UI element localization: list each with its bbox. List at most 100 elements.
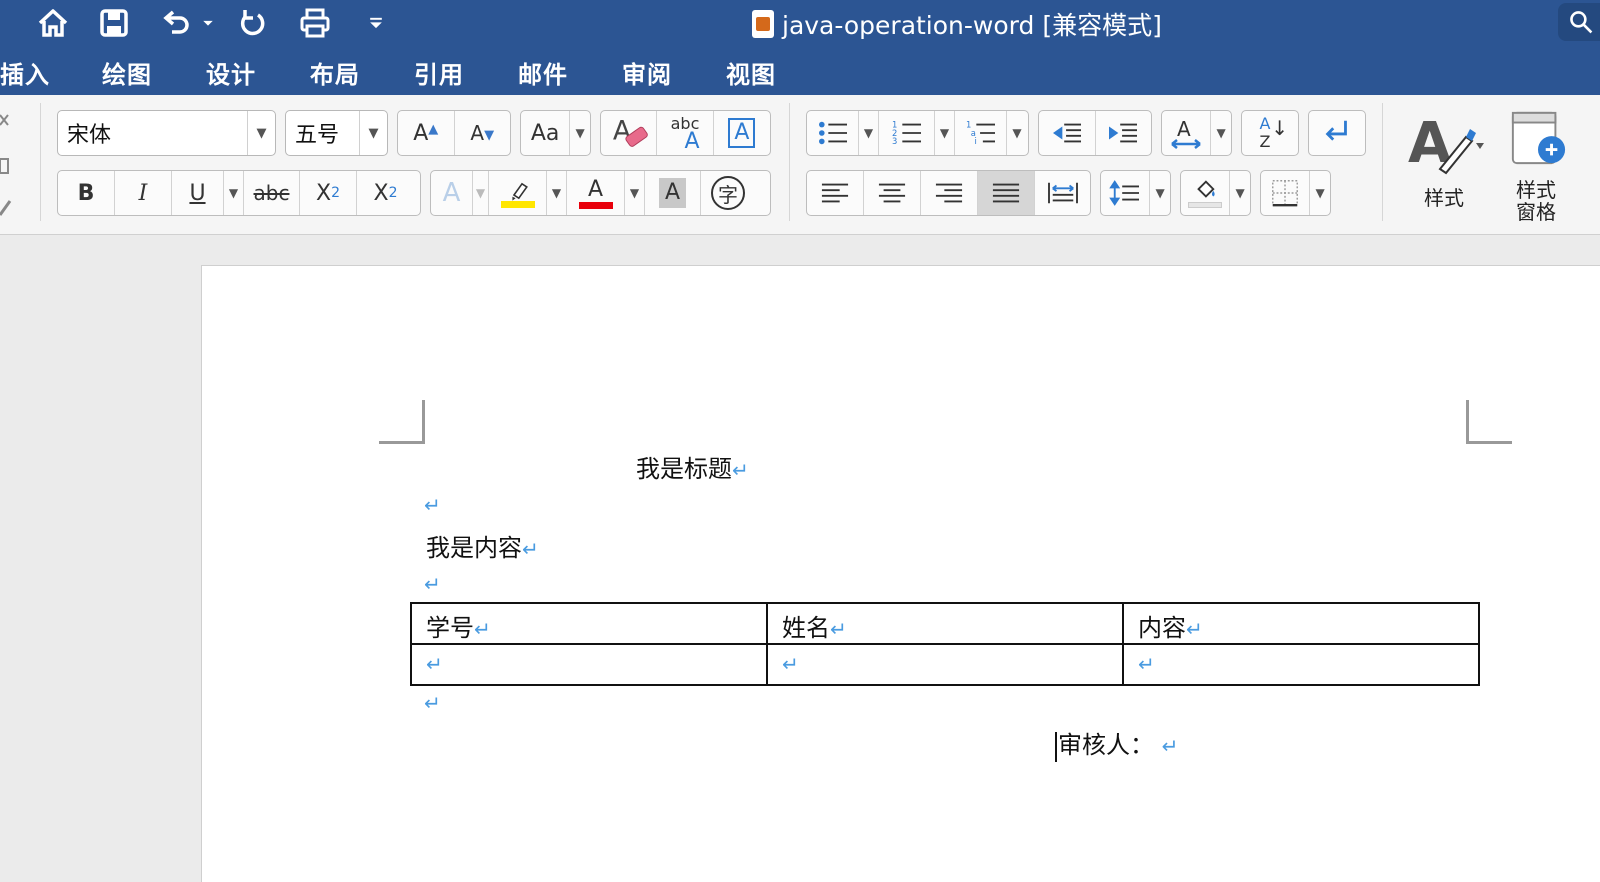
- decrease-indent-button[interactable]: [1039, 111, 1096, 155]
- text-cursor: [1055, 731, 1057, 762]
- paragraph-mark: ↵: [732, 458, 749, 482]
- tab-layout[interactable]: 布局: [310, 55, 360, 90]
- multilevel-list-icon: 1ai: [966, 119, 995, 146]
- title-paragraph[interactable]: 我是标题↵: [636, 449, 749, 484]
- table-cell[interactable]: ↵: [1122, 643, 1480, 686]
- chevron-down-icon[interactable]: ▼: [859, 111, 879, 155]
- tab-references[interactable]: 引用: [414, 55, 464, 90]
- styles-label: 样式: [1424, 186, 1464, 210]
- print-icon[interactable]: [295, 3, 335, 43]
- redo-icon[interactable]: [233, 3, 273, 43]
- table-cell[interactable]: 姓名↵: [766, 602, 1124, 645]
- indent-group: [1038, 110, 1152, 156]
- text-direction-button[interactable]: A: [1162, 111, 1212, 155]
- clear-formatting-button[interactable]: A: [601, 111, 658, 155]
- tab-insert[interactable]: 插入: [0, 55, 50, 90]
- table-cell[interactable]: 学号↵: [410, 602, 768, 645]
- strikethrough-button[interactable]: abc: [244, 171, 300, 215]
- styles-pane-icon: [1511, 111, 1566, 165]
- table-cell[interactable]: 内容↵: [1122, 602, 1480, 645]
- undo-icon[interactable]: [155, 3, 195, 43]
- tab-mailings[interactable]: 邮件: [518, 55, 568, 90]
- table-cell[interactable]: ↵: [766, 643, 1124, 686]
- paragraph-mark: ↵: [424, 493, 441, 517]
- chevron-down-icon[interactable]: ▼: [224, 171, 244, 215]
- empty-paragraph[interactable]: ↵: [424, 688, 441, 716]
- phonetic-guide-button[interactable]: abc A: [657, 111, 714, 155]
- numbering-button[interactable]: 123: [879, 111, 935, 155]
- table-cell[interactable]: ↵: [410, 643, 768, 686]
- shading-color-swatch: [1188, 202, 1223, 208]
- bullets-button[interactable]: [807, 111, 859, 155]
- chevron-down-icon[interactable]: ▼: [1150, 171, 1170, 215]
- grow-font-button[interactable]: A ▲: [398, 111, 455, 155]
- reviewer-text: 审核人：: [1058, 731, 1154, 759]
- document-table: 学号↵ 姓名↵ 内容↵ ↵ ↵ ↵: [410, 602, 1480, 686]
- customize-toolbar-icon[interactable]: [356, 3, 396, 43]
- chevron-down-icon[interactable]: ▼: [1310, 171, 1330, 215]
- chevron-down-icon[interactable]: ▼: [473, 171, 489, 215]
- justify-button[interactable]: [978, 171, 1035, 215]
- font-color-button[interactable]: A: [567, 171, 625, 215]
- font-name-select[interactable]: 宋体 ▼: [57, 110, 276, 156]
- document-page[interactable]: [201, 265, 1600, 882]
- chevron-down-icon[interactable]: ▼: [1211, 111, 1231, 155]
- styles-button[interactable]: A 样式: [1400, 105, 1488, 225]
- enclose-characters-button[interactable]: 字: [701, 171, 755, 215]
- paragraph-mark: ↵: [1138, 652, 1155, 676]
- reviewer-paragraph[interactable]: 审核人： ↵: [1055, 725, 1178, 762]
- chevron-down-icon[interactable]: ▼: [935, 111, 955, 155]
- align-right-button[interactable]: [921, 171, 978, 215]
- subscript-button[interactable]: X2: [300, 171, 357, 215]
- tab-review[interactable]: 审阅: [622, 55, 672, 90]
- font-color-swatch: [578, 201, 613, 209]
- empty-paragraph[interactable]: ↵: [424, 490, 441, 518]
- align-center-button[interactable]: [864, 171, 921, 215]
- save-icon[interactable]: [94, 3, 134, 43]
- tab-view[interactable]: 视图: [726, 55, 776, 90]
- shrink-font-button[interactable]: A ▼: [455, 111, 511, 155]
- align-left-button[interactable]: [807, 171, 864, 215]
- empty-paragraph[interactable]: ↵: [424, 569, 441, 597]
- styles-pane-button[interactable]: 样式 窗格: [1505, 105, 1567, 229]
- text-effects-button[interactable]: A: [431, 171, 473, 215]
- font-size-select[interactable]: 五号 ▼: [285, 110, 388, 156]
- show-paragraph-marks-button[interactable]: [1309, 111, 1365, 155]
- chevron-down-icon[interactable]: ▼: [625, 171, 645, 215]
- line-spacing-button[interactable]: [1101, 171, 1151, 215]
- underline-button[interactable]: U: [172, 171, 224, 215]
- highlight-button[interactable]: [489, 171, 547, 215]
- sort-button[interactable]: A Z ↓: [1242, 111, 1298, 155]
- character-shading-button[interactable]: A: [645, 171, 701, 215]
- home-icon[interactable]: [33, 3, 73, 43]
- ribbon-separator: [40, 103, 41, 221]
- text-direction-icon: A: [1171, 117, 1201, 149]
- content-paragraph[interactable]: 我是内容↵: [426, 528, 539, 563]
- title-bar: java-operation-word [兼容模式]: [0, 0, 1600, 47]
- italic-button[interactable]: I: [115, 171, 172, 215]
- align-center-icon: [878, 183, 906, 203]
- clipboard-group-partial: [0, 103, 14, 221]
- chevron-down-icon[interactable]: ▼: [1007, 111, 1027, 155]
- font-size-value: 五号: [295, 123, 340, 148]
- ribbon-separator: [789, 103, 790, 221]
- multilevel-list-button[interactable]: 1ai: [955, 111, 1007, 155]
- alignment-group: [806, 170, 1091, 216]
- distributed-button[interactable]: [1035, 171, 1090, 215]
- undo-dropdown-icon[interactable]: [196, 3, 220, 43]
- tab-draw[interactable]: 绘图: [102, 55, 152, 90]
- chevron-down-icon[interactable]: ▼: [547, 171, 567, 215]
- character-border-button[interactable]: A: [714, 111, 770, 155]
- tab-design[interactable]: 设计: [206, 55, 256, 90]
- borders-button[interactable]: [1261, 171, 1311, 215]
- search-box[interactable]: [1558, 3, 1600, 41]
- chevron-down-icon[interactable]: ▼: [570, 111, 590, 155]
- phonetic-a-icon: A: [684, 129, 700, 154]
- superscript-button[interactable]: X2: [357, 171, 414, 215]
- bold-button[interactable]: B: [58, 171, 115, 215]
- change-case-button[interactable]: Aa: [521, 111, 571, 155]
- shading-button[interactable]: [1181, 171, 1231, 215]
- chevron-down-icon[interactable]: ▼: [1230, 171, 1250, 215]
- increase-indent-button[interactable]: [1096, 111, 1152, 155]
- search-icon: [1570, 11, 1593, 34]
